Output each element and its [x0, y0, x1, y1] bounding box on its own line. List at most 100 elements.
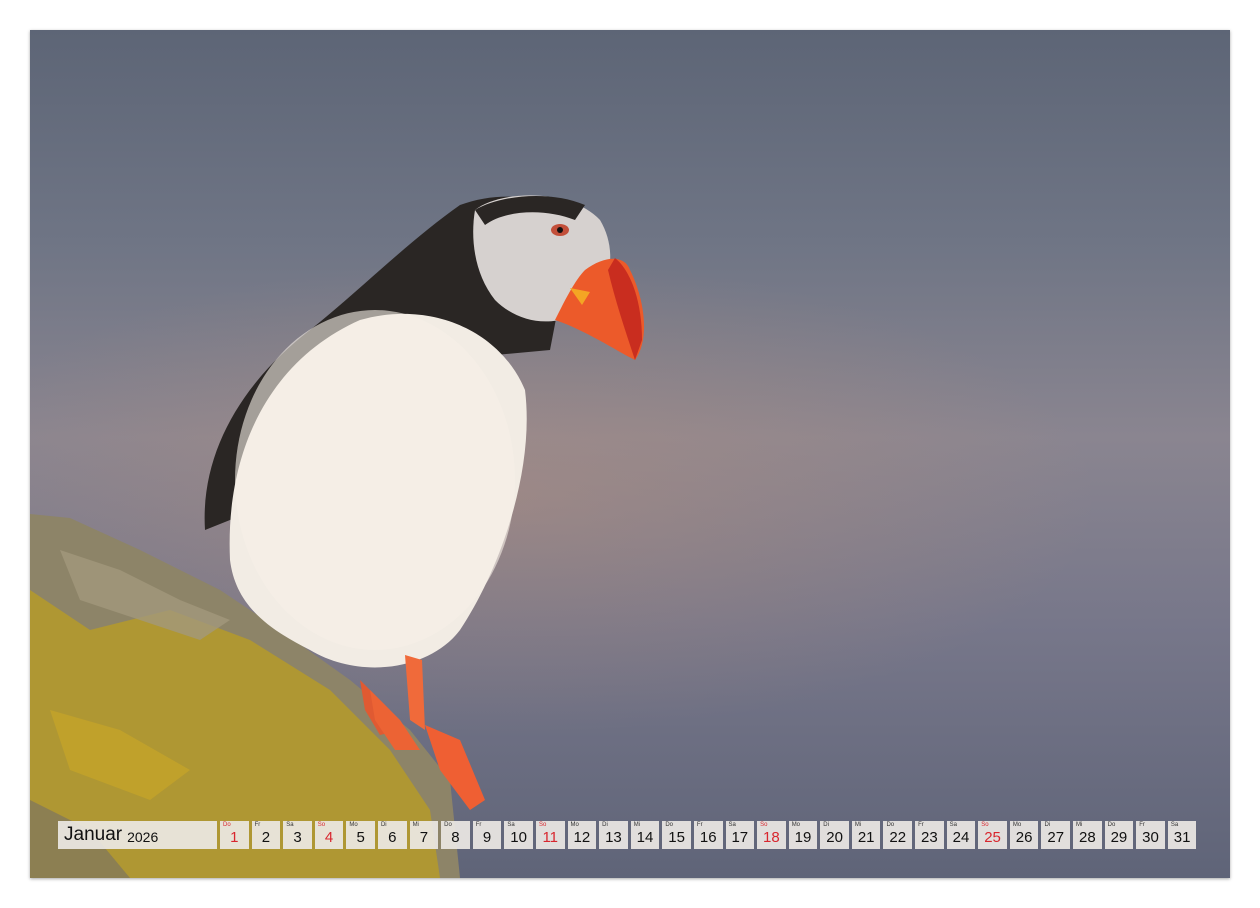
day-cell: Fr 16 [693, 821, 723, 849]
day-number: 31 [1173, 829, 1191, 846]
day-cell: Di 13 [599, 821, 628, 849]
day-number: 16 [699, 829, 717, 846]
day-number: 23 [921, 829, 938, 846]
day-of-week: Di [380, 822, 387, 828]
day-cell: Di 6 [377, 821, 407, 849]
puffin-on-rock-photo [30, 195, 645, 878]
calendar-strip: Januar 2026 Do 1 Fr 2 Sa 3 So 4 Mo 5 Di 6 Mi 7 Do 8 Fr 9 S… [58, 821, 1197, 849]
day-number: 11 [542, 829, 559, 846]
day-cell: Sa 24 [946, 821, 976, 849]
day-number: 14 [636, 829, 654, 846]
day-number: 10 [510, 829, 527, 846]
day-number: 3 [293, 829, 302, 846]
day-number: 21 [857, 829, 875, 846]
day-number: 4 [324, 829, 334, 846]
day-cell: Mi 7 [409, 821, 439, 849]
day-cell: Fr 30 [1136, 821, 1165, 849]
day-of-week: Sa [1170, 822, 1179, 828]
day-cell: Sa 31 [1167, 821, 1197, 849]
day-of-week: Fr [1139, 822, 1145, 828]
day-number: 30 [1142, 829, 1159, 846]
day-of-week: Sa [728, 822, 736, 828]
day-of-week: Do [665, 822, 673, 828]
day-cell: Mo 19 [788, 821, 818, 849]
day-cells: Do 1 Fr 2 Sa 3 So 4 Mo 5 Di 6 Mi 7 Do 8 Fr 9 Sa 10 So 11 Mo 12 D… [220, 821, 1197, 849]
day-cell: Di 27 [1041, 821, 1071, 849]
day-cell: Mo 5 [346, 821, 375, 849]
day-of-week: Do [886, 822, 895, 828]
month-year: 2026 [127, 828, 159, 845]
day-of-week: Di [1044, 822, 1051, 828]
day-number: 17 [731, 829, 749, 846]
day-of-week: Mi [412, 822, 419, 828]
day-cell: So 18 [757, 821, 786, 849]
day-of-week: Mi [1076, 822, 1083, 828]
day-cell: So 11 [535, 821, 565, 849]
day-of-week: So [760, 822, 768, 828]
day-number: 28 [1078, 829, 1096, 846]
day-cell: Sa 10 [504, 821, 533, 849]
day-of-week: Fr [254, 822, 261, 828]
day-cell: Do 15 [662, 821, 691, 849]
day-of-week: So [317, 822, 326, 828]
day-of-week: Di [823, 822, 829, 828]
month-label: Januar 2026 [58, 821, 217, 849]
day-cell: Sa 17 [725, 821, 755, 849]
month-name: Januar [64, 824, 123, 845]
day-of-week: Fr [475, 822, 482, 828]
day-number: 26 [1015, 829, 1033, 846]
day-of-week: Mo [349, 822, 358, 828]
day-number: 12 [573, 829, 591, 846]
day-cell: Mo 26 [1009, 821, 1039, 849]
day-of-week: Mo [791, 822, 801, 828]
day-cell: Fr 9 [472, 821, 502, 849]
day-of-week: Fr [918, 822, 924, 828]
day-number: 5 [356, 829, 365, 846]
day-of-week: Mo [570, 822, 579, 828]
day-cell: Fr 23 [915, 821, 944, 849]
day-cell: Do 29 [1104, 821, 1134, 849]
day-cell: Sa 3 [283, 821, 312, 849]
day-of-week: Fr [696, 822, 703, 828]
day-cell: Mi 14 [630, 821, 660, 849]
day-of-week: Mo [1012, 822, 1022, 828]
day-cell: So 4 [314, 821, 344, 849]
day-cell: Fr 2 [251, 821, 281, 849]
day-of-week: Mi [854, 822, 862, 828]
day-of-week: Sa [507, 822, 515, 828]
day-cell: Mi 28 [1073, 821, 1102, 849]
calendar-photo [30, 30, 1230, 878]
day-number: 22 [889, 829, 907, 846]
day-of-week: So [981, 822, 989, 828]
day-cell: Mi 21 [851, 821, 881, 849]
day-number: 15 [668, 829, 685, 846]
day-number: 7 [419, 829, 429, 846]
day-cell: Do 1 [220, 821, 249, 849]
day-number: 13 [605, 829, 622, 846]
day-of-week: Do [1107, 822, 1116, 828]
day-number: 24 [952, 829, 970, 846]
day-number: 18 [763, 829, 780, 846]
day-of-week: So [538, 822, 547, 828]
day-number: 29 [1110, 829, 1128, 846]
day-number: 27 [1047, 829, 1065, 846]
day-of-week: Sa [286, 822, 294, 828]
day-cell: Di 20 [820, 821, 849, 849]
day-cell: So 25 [978, 821, 1007, 849]
day-of-week: Mi [633, 822, 641, 828]
day-number: 9 [482, 829, 492, 846]
day-number: 20 [826, 829, 843, 846]
day-number: 25 [984, 829, 1001, 846]
day-cell: Mo 12 [567, 821, 597, 849]
day-number: 19 [794, 829, 812, 846]
day-number: 1 [230, 829, 239, 846]
day-number: 6 [388, 829, 397, 846]
day-number: 8 [451, 829, 460, 846]
day-cell: Do 8 [441, 821, 470, 849]
day-cell: Do 22 [883, 821, 913, 849]
day-of-week: Do [223, 822, 231, 828]
day-of-week: Di [602, 822, 608, 828]
day-of-week: Do [444, 822, 452, 828]
day-number: 2 [261, 829, 271, 846]
day-of-week: Sa [949, 822, 957, 828]
